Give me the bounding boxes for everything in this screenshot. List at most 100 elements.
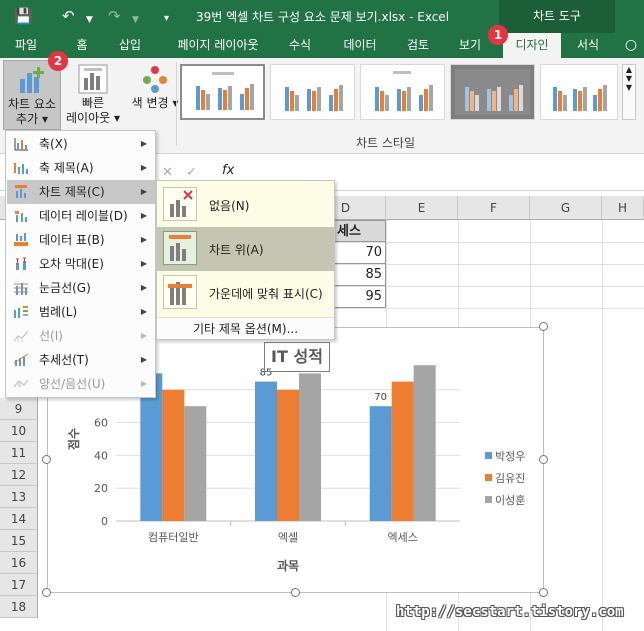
- row-header-11[interactable]: 11: [0, 442, 38, 464]
- tab-file[interactable]: 파일: [4, 33, 48, 58]
- add-chart-element-label-2: 추가 ▾: [16, 112, 48, 126]
- column-header-e[interactable]: E: [386, 196, 458, 220]
- gallery-scroll[interactable]: ▲ ▼ ▼: [622, 64, 636, 120]
- title-centered-overlay-icon: [163, 275, 197, 309]
- row-header-15[interactable]: 15: [0, 530, 38, 552]
- cell-value-3[interactable]: 95: [334, 286, 386, 308]
- more-title-options[interactable]: 기타 제목 옵션(M)...: [157, 317, 334, 339]
- chart-style-3[interactable]: [360, 64, 445, 120]
- trendline-icon: [13, 353, 29, 366]
- row-header-9[interactable]: 9: [0, 398, 38, 420]
- menu-item-error-bars[interactable]: 오차 막대(E) ▶: [7, 252, 155, 276]
- x-axis-title: 과목: [277, 558, 299, 573]
- window-title: 39번 엑셀 차트 구성 요소 문제 보기.xlsx - Excel: [196, 10, 450, 24]
- bar-이성훈-컴퓨터일반: [184, 406, 207, 521]
- menu-item-axis-titles[interactable]: 축 제목(A) ▶: [7, 156, 155, 180]
- row-header-10[interactable]: 10: [0, 420, 38, 442]
- row-header-14[interactable]: 14: [0, 508, 38, 530]
- submenu-item-above-chart[interactable]: 차트 위(A): [157, 227, 334, 271]
- step-badge-1: 1: [488, 25, 508, 45]
- quick-layout-button[interactable]: 빠른 레이아웃 ▾: [62, 60, 124, 130]
- resize-handle-left[interactable]: [42, 455, 51, 464]
- cancel-icon[interactable]: ✕: [162, 165, 173, 180]
- bar-이성훈-엑셀: [299, 373, 321, 521]
- bar-박정우-엑세스: [369, 406, 392, 521]
- submenu-item-none[interactable]: 없음(N): [157, 183, 334, 227]
- add-chart-element-label-1: 차트 요소: [8, 97, 56, 111]
- quick-layout-icon: [78, 64, 108, 94]
- y-tick-label: 40: [94, 449, 108, 462]
- resize-handle-bottom[interactable]: [291, 588, 300, 597]
- chevron-right-icon: ▶: [140, 379, 147, 388]
- redo-dropdown-icon[interactable]: ▼: [132, 10, 139, 30]
- column-header-g[interactable]: G: [530, 196, 602, 220]
- resize-handle-bottom-left[interactable]: [42, 588, 51, 597]
- resize-handle-right[interactable]: [539, 455, 548, 464]
- bar-이성훈-엑세스: [413, 365, 436, 521]
- watermark: http://secstart.tistory.com: [396, 604, 624, 620]
- cell-header[interactable]: 세스: [334, 220, 386, 242]
- row-header-16[interactable]: 16: [0, 552, 38, 574]
- chart-title-box[interactable]: IT 성적: [264, 342, 330, 372]
- undo-icon[interactable]: ↶: [62, 6, 75, 26]
- title-above-chart-icon: [163, 231, 197, 265]
- axis-title-icon: [14, 163, 28, 174]
- menu-item-chart-title[interactable]: 차트 제목(C) ▶: [7, 180, 155, 204]
- tab-view[interactable]: 보기: [448, 33, 492, 58]
- insert-function-icon[interactable]: fx: [222, 163, 234, 178]
- chart-styles-group-label: 차트 스타일: [356, 136, 416, 150]
- row-header-18[interactable]: 18: [0, 596, 38, 618]
- tab-design[interactable]: 디자인: [503, 33, 561, 58]
- tab-review[interactable]: 검토: [396, 33, 440, 58]
- y-tick-label: 20: [94, 482, 108, 495]
- bar-김유진-엑세스: [391, 381, 414, 521]
- legend-entry: 김유진: [495, 472, 525, 485]
- chevron-right-icon: ▶: [140, 139, 147, 148]
- cell-value-1[interactable]: 70: [334, 242, 386, 264]
- chart-style-2[interactable]: [270, 64, 355, 120]
- column-header-f[interactable]: F: [458, 196, 530, 220]
- tab-insert[interactable]: 삽입: [108, 33, 152, 58]
- menu-item-trendline[interactable]: 추세선(T) ▶: [7, 348, 155, 372]
- tab-home[interactable]: 홈: [62, 33, 102, 58]
- chart-style-1[interactable]: [180, 64, 265, 120]
- tab-format[interactable]: 서식: [566, 33, 610, 58]
- data-labels-icon: [15, 211, 27, 222]
- tell-me-lightbulb-icon[interactable]: ○: [620, 33, 642, 58]
- cell-value-2[interactable]: 85: [334, 264, 386, 286]
- x-tick-label: 컴퓨터일반: [148, 530, 199, 544]
- chart-style-5[interactable]: [540, 64, 618, 120]
- bar-김유진-컴퓨터일반: [162, 389, 185, 521]
- enter-icon[interactable]: ✓: [186, 165, 197, 180]
- tab-page-layout[interactable]: 페이지 레이아웃: [162, 33, 274, 58]
- save-icon[interactable]: 💾: [14, 6, 33, 26]
- row-header-17[interactable]: 17: [0, 574, 38, 596]
- tab-data[interactable]: 데이터: [332, 33, 388, 58]
- data-label: 70: [374, 392, 387, 403]
- change-colors-button[interactable]: 색 변경 ▾: [130, 60, 180, 130]
- row-header-12[interactable]: 12: [0, 464, 38, 486]
- undo-dropdown-icon[interactable]: ▼: [86, 10, 93, 30]
- quick-layout-label-2: 레이아웃 ▾: [65, 111, 120, 125]
- legend-entry: 박정우: [495, 450, 525, 463]
- legend-icon: [14, 306, 28, 318]
- resize-handle-bottom-right[interactable]: [539, 588, 548, 597]
- ribbon-tabs: 파일 홈 삽입 페이지 레이아웃 수식 데이터 검토 보기 디자인 서식 ○: [0, 33, 644, 58]
- menu-item-gridlines[interactable]: 눈금선(G) ▶: [7, 276, 155, 300]
- menu-item-data-labels[interactable]: 데이터 레이블(D) ▶: [7, 204, 155, 228]
- customize-qat-icon[interactable]: ▾: [164, 9, 169, 29]
- row-header-13[interactable]: 13: [0, 486, 38, 508]
- menu-item-legend[interactable]: 범례(L) ▶: [7, 300, 155, 324]
- submenu-item-centered-overlay[interactable]: 가운데에 맞춰 표시(C): [157, 271, 334, 315]
- redo-icon[interactable]: ↷: [108, 6, 121, 26]
- menu-item-data-table[interactable]: 데이터 표(B) ▶: [7, 228, 155, 252]
- column-header-h[interactable]: H: [602, 196, 644, 220]
- quick-layout-label-1: 빠른: [81, 96, 105, 110]
- menu-item-axes[interactable]: 축(X) ▶: [7, 132, 155, 156]
- chart-title: IT 성적: [271, 347, 323, 366]
- add-chart-element-button[interactable]: 차트 요소 추가 ▾: [3, 60, 61, 130]
- y-axis-title: 점수: [66, 428, 81, 450]
- tab-formulas[interactable]: 수식: [280, 33, 320, 58]
- chart-style-4[interactable]: [450, 64, 535, 120]
- resize-handle-top-right[interactable]: [539, 322, 548, 331]
